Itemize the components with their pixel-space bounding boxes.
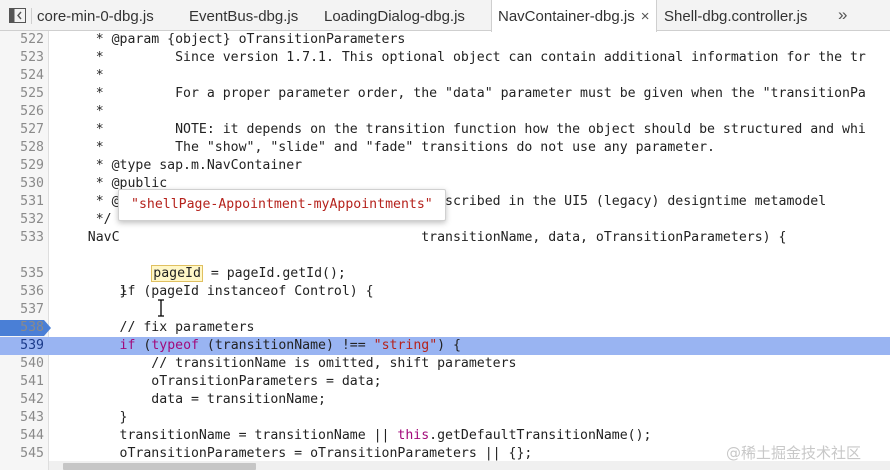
line-number[interactable]: 530	[0, 175, 44, 193]
line-text: * @param {object} oTransitionParameters	[56, 32, 406, 47]
tab-label: EventBus-dbg.js	[189, 8, 299, 25]
watermark: @稀土掘金技术社区	[726, 444, 862, 462]
tab-navcontainer[interactable]: NavContainer-dbg.js ×	[491, 0, 657, 32]
line-number[interactable]: 522	[0, 31, 44, 49]
code-line: 536 }	[0, 283, 890, 301]
line-number[interactable]: 537	[0, 301, 44, 319]
line-number[interactable]: 541	[0, 373, 44, 391]
line-number[interactable]: 531	[0, 193, 44, 211]
line-text: */	[56, 212, 112, 227]
tab-eventbus[interactable]: EventBus-dbg.js	[189, 0, 298, 31]
line-text: * NOTE: it depends on the transition fun…	[56, 122, 866, 137]
toggle-navigator-icon[interactable]	[8, 7, 27, 23]
code-fragment: (transitionName) !==	[198, 338, 374, 353]
line-number[interactable]: 533	[0, 229, 44, 247]
code-line: 528 * The "show", "slide" and "fade" tra…	[0, 139, 890, 157]
line-number[interactable]: 524	[0, 67, 44, 85]
keyword: this	[397, 428, 430, 443]
line-number[interactable]: 528	[0, 139, 44, 157]
code-fragment: = pageId.getId();	[202, 266, 346, 281]
tab-label: LoadingDialog-dbg.js	[324, 8, 465, 25]
line-number[interactable]: 545	[0, 445, 44, 463]
line-number[interactable]: 543	[0, 409, 44, 427]
tabs-overflow-icon[interactable]: »	[838, 0, 847, 31]
code-line: 526 *	[0, 103, 890, 121]
line-number[interactable]: 529	[0, 157, 44, 175]
line-number[interactable]: 538	[0, 319, 44, 337]
line-text: // transitionName is omitted, shift para…	[56, 356, 517, 371]
tab-separator	[31, 8, 32, 24]
code-line: 537	[0, 301, 890, 319]
code-fragment: transitionName, data, oTransitionParamet…	[119, 230, 787, 245]
line-text: *	[56, 68, 104, 83]
line-text: }	[56, 284, 128, 299]
string-literal: "string"	[373, 338, 438, 353]
code-editor[interactable]: 522 * @param {object} oTransitionParamet…	[0, 31, 890, 470]
code-line: 540 // transitionName is omitted, shift …	[0, 355, 890, 373]
hovered-variable[interactable]: pageId	[151, 265, 203, 282]
line-text: pageId = pageId.getId();	[56, 265, 346, 283]
code-line: 522 * @param {object} oTransitionParamet…	[0, 31, 890, 49]
line-number[interactable]: 523	[0, 49, 44, 67]
tab-shell-controller[interactable]: Shell-dbg.controller.js	[664, 0, 807, 31]
code-fragment: NavC	[56, 230, 120, 245]
tab-label: NavContainer-dbg.js	[498, 8, 635, 25]
code-fragment: ) {	[437, 338, 461, 353]
code-line: 533 NavC transitionName, data, oTransiti…	[0, 229, 890, 247]
tab-label: core-min-0-dbg.js	[37, 8, 154, 25]
code-line: 527 * NOTE: it depends on the transition…	[0, 121, 890, 139]
tab-bar: core-min-0-dbg.js EventBus-dbg.js Loadin…	[0, 0, 890, 32]
line-number[interactable]: 527	[0, 121, 44, 139]
line-text: * Since version 1.7.1. This optional obj…	[56, 50, 866, 65]
code-fragment	[56, 266, 151, 281]
code-line: 542 data = transitionName;	[0, 391, 890, 409]
line-text: transitionName = transitionName || this.…	[56, 427, 652, 445]
code-fragment: transitionName = transitionName ||	[56, 428, 398, 443]
line-number[interactable]: 535	[0, 265, 44, 283]
text-cursor-icon	[158, 299, 164, 317]
code-line: 534 if (pageId instanceof Control) {	[0, 247, 890, 336]
line-number[interactable]: 525	[0, 85, 44, 103]
line-text: // fix parameters	[56, 320, 255, 335]
code-fragment: .getDefaultTransitionName();	[429, 428, 652, 443]
current-execution-line: 539 if (typeof (transitionName) !== "str…	[0, 337, 890, 355]
code-line: 524 *	[0, 67, 890, 85]
code-line: 541 oTransitionParameters = data;	[0, 373, 890, 391]
line-text: if (typeof (transitionName) !== "string"…	[56, 337, 461, 355]
line-number[interactable]: 536	[0, 283, 44, 301]
tab-loadingdialog[interactable]: LoadingDialog-dbg.js	[324, 0, 465, 31]
keyword: typeof	[151, 338, 199, 353]
line-text: * The "show", "slide" and "fade" transit…	[56, 140, 715, 155]
line-text: data = transitionName;	[56, 392, 326, 407]
line-text: *	[56, 104, 104, 119]
line-number[interactable]: 532	[0, 211, 44, 229]
line-text: }	[56, 410, 128, 425]
code-line: 523 * Since version 1.7.1. This optional…	[0, 49, 890, 67]
variable-value-tooltip: "shellPage-Appointment-myAppointments"	[118, 189, 446, 221]
close-icon[interactable]: ×	[641, 0, 650, 33]
line-number[interactable]: 540	[0, 355, 44, 373]
code-line: 543 }	[0, 409, 890, 427]
line-number[interactable]: 544	[0, 427, 44, 445]
tab-core-min[interactable]: core-min-0-dbg.js	[37, 0, 154, 31]
line-number[interactable]: 539	[0, 337, 44, 355]
line-text: NavC transitionName, data, oTransitionPa…	[56, 229, 787, 247]
line-text: * For a proper parameter order, the "dat…	[56, 86, 866, 101]
line-text: * @type sap.m.NavContainer	[56, 158, 303, 173]
code-line: 529 * @type sap.m.NavContainer	[0, 157, 890, 175]
code-line: 538 // fix parameters	[0, 319, 890, 337]
keyword: if	[119, 338, 136, 353]
code-line: 535 pageId = pageId.getId();	[0, 265, 890, 283]
code-line: 525 * For a proper parameter order, the …	[0, 85, 890, 103]
tab-label: Shell-dbg.controller.js	[664, 8, 808, 25]
line-number[interactable]: 542	[0, 391, 44, 409]
code-fragment: (	[135, 338, 152, 353]
line-text: oTransitionParameters = data;	[56, 374, 382, 389]
line-number[interactable]: 526	[0, 103, 44, 121]
horizontal-scrollbar-thumb[interactable]	[63, 463, 256, 470]
